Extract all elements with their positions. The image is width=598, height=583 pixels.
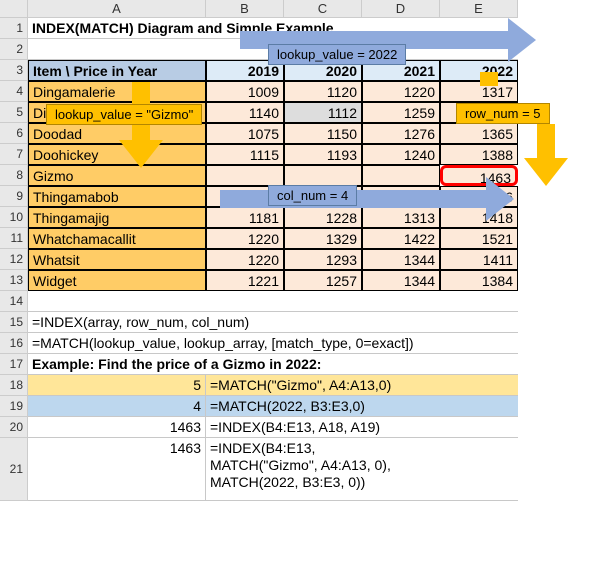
col-header[interactable]: E (440, 0, 518, 18)
example-result[interactable]: 4 (28, 396, 206, 417)
value-cell[interactable]: 1009 (206, 81, 284, 102)
row-header[interactable]: 7 (0, 144, 28, 165)
item-label[interactable]: Whatsit (28, 249, 206, 270)
value-cell[interactable] (362, 165, 440, 186)
value-cell[interactable]: 1293 (284, 249, 362, 270)
example-header[interactable]: Example: Find the price of a Gizmo in 20… (28, 354, 518, 375)
row-header[interactable]: 12 (0, 249, 28, 270)
value-cell[interactable]: 1221 (206, 270, 284, 291)
row-header[interactable]: 16 (0, 333, 28, 354)
value-cell[interactable]: 1365 (440, 123, 518, 144)
callout-lookup-value-year: lookup_value = 2022 (268, 44, 406, 65)
callout-lookup-value-gizmo: lookup_value = "Gizmo" (46, 104, 202, 125)
value-cell[interactable]: 1150 (284, 123, 362, 144)
value-cell[interactable]: 1422 (362, 228, 440, 249)
col-header[interactable]: A (28, 0, 206, 18)
row-header[interactable]: 13 (0, 270, 28, 291)
row-header[interactable]: 17 (0, 354, 28, 375)
col-header[interactable]: C (284, 0, 362, 18)
value-cell[interactable] (284, 165, 362, 186)
row-header[interactable]: 4 (0, 81, 28, 102)
row-header[interactable]: 15 (0, 312, 28, 333)
callout-row-num: row_num = 5 (456, 103, 550, 124)
arrow-right-icon (508, 18, 536, 62)
value-cell[interactable]: 1313 (362, 207, 440, 228)
corner-cell (0, 0, 28, 18)
callout-col-num: col_num = 4 (268, 185, 357, 206)
formula-text[interactable]: =MATCH(lookup_value, lookup_array, [matc… (28, 333, 518, 354)
item-label[interactable]: Thingamabob (28, 186, 206, 207)
row-header[interactable]: 20 (0, 417, 28, 438)
value-cell[interactable]: 1220 (206, 228, 284, 249)
item-label[interactable]: Widget (28, 270, 206, 291)
value-cell[interactable]: 1220 (206, 249, 284, 270)
item-label[interactable]: Doohickey (28, 144, 206, 165)
example-formula[interactable]: =MATCH("Gizmo", A4:A13,0) (206, 375, 518, 396)
value-cell[interactable]: 1276 (362, 123, 440, 144)
example-result[interactable]: 1463 (28, 417, 206, 438)
formula-text[interactable]: =INDEX(array, row_num, col_num) (28, 312, 518, 333)
year-header[interactable]: 2022 (440, 60, 518, 81)
value-cell[interactable]: 1115 (206, 144, 284, 165)
item-label[interactable]: Gizmo (28, 165, 206, 186)
row-header[interactable]: 5 (0, 102, 28, 123)
row-header[interactable]: 1 (0, 18, 28, 39)
value-cell[interactable]: 1140 (206, 102, 284, 123)
blank-cell[interactable] (28, 291, 518, 312)
value-cell[interactable]: 1344 (362, 270, 440, 291)
row-header[interactable]: 3 (0, 60, 28, 81)
item-label[interactable]: Thingamajig (28, 207, 206, 228)
value-cell[interactable]: 1220 (362, 81, 440, 102)
value-cell[interactable]: 1521 (440, 228, 518, 249)
example-formula[interactable]: =MATCH(2022, B3:E3,0) (206, 396, 518, 417)
value-cell[interactable]: 1257 (284, 270, 362, 291)
row-header[interactable]: 10 (0, 207, 28, 228)
example-result[interactable]: 5 (28, 375, 206, 396)
blank-cell[interactable] (28, 39, 206, 60)
row-header[interactable]: 21 (0, 438, 28, 501)
row-header[interactable]: 11 (0, 228, 28, 249)
value-cell[interactable]: 1181 (206, 207, 284, 228)
col-header[interactable]: B (206, 0, 284, 18)
arrow-down-icon (537, 124, 555, 160)
value-cell[interactable]: 1411 (440, 249, 518, 270)
value-cell[interactable]: 1193 (284, 144, 362, 165)
row-header[interactable]: 8 (0, 165, 28, 186)
formula-line: MATCH(2022, B3:E3, 0)) (210, 474, 365, 490)
value-cell[interactable]: 1388 (440, 144, 518, 165)
example-formula[interactable]: =INDEX(B4:E13, MATCH("Gizmo", A4:A13, 0)… (206, 438, 518, 501)
table-corner-header[interactable]: Item \ Price in Year (28, 60, 206, 81)
arrow-right-icon (486, 177, 514, 221)
item-label[interactable]: Doodad (28, 123, 206, 144)
arrow-down-icon (524, 158, 568, 186)
item-label[interactable]: Whatchamacallit (28, 228, 206, 249)
value-cell[interactable]: 1259 (362, 102, 440, 123)
value-cell[interactable]: 1240 (362, 144, 440, 165)
example-formula[interactable]: =INDEX(B4:E13, A18, A19) (206, 417, 518, 438)
formula-line: =INDEX(B4:E13, (210, 440, 315, 456)
col-header[interactable]: D (362, 0, 440, 18)
value-cell[interactable] (206, 165, 284, 186)
value-cell[interactable]: 1329 (284, 228, 362, 249)
arrow-down-icon (119, 140, 163, 168)
row-header[interactable]: 19 (0, 396, 28, 417)
row-header[interactable]: 6 (0, 123, 28, 144)
item-label[interactable]: Dingamalerie (28, 81, 206, 102)
value-cell[interactable]: 1120 (284, 81, 362, 102)
row-header[interactable]: 18 (0, 375, 28, 396)
example-result[interactable]: 1463 (28, 438, 206, 501)
row-header[interactable]: 14 (0, 291, 28, 312)
value-cell[interactable]: 1112 (284, 102, 362, 123)
spreadsheet: A B C D E 1 INDEX(MATCH) Diagram and Sim… (0, 0, 598, 501)
value-cell[interactable]: 1317 (440, 81, 518, 102)
value-cell[interactable]: 1344 (362, 249, 440, 270)
value-cell[interactable]: 1384 (440, 270, 518, 291)
row-header[interactable]: 9 (0, 186, 28, 207)
value-cell[interactable]: 1075 (206, 123, 284, 144)
formula-line: MATCH("Gizmo", A4:A13, 0), (210, 457, 391, 473)
value-cell[interactable]: 1228 (284, 207, 362, 228)
arrow-down-icon (480, 72, 498, 86)
row-header[interactable]: 2 (0, 39, 28, 60)
